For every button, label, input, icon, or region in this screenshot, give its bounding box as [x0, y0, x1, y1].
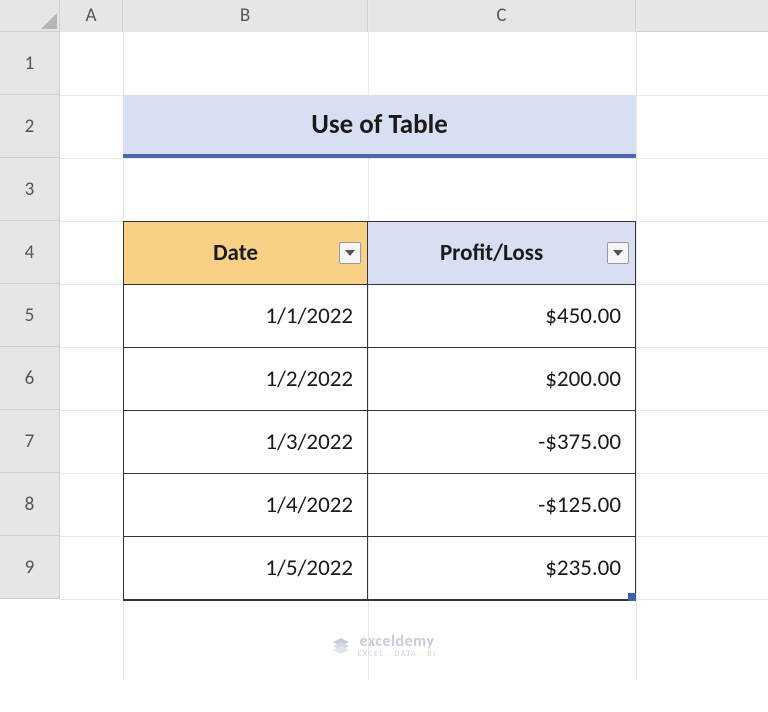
table-resize-handle[interactable]: [628, 593, 636, 601]
table-row: 1/4/2022 -$125.00: [124, 474, 635, 537]
gridline: [60, 158, 768, 159]
watermark: exceldemy EXCEL · DATA · BI: [0, 632, 768, 659]
row-header-2[interactable]: 2: [0, 95, 60, 158]
cell-profit-loss[interactable]: -$125.00: [368, 474, 635, 537]
row-header-column: 1 2 3 4 5 6 7 8 9: [0, 32, 60, 599]
row-header-8[interactable]: 8: [0, 473, 60, 536]
logo-icon: [331, 636, 351, 656]
title-banner-wrapper: Use of Table: [123, 32, 636, 158]
chevron-down-icon: [613, 250, 623, 256]
cell-date[interactable]: 1/3/2022: [124, 411, 368, 474]
column-header-B[interactable]: B: [123, 0, 368, 32]
row-header-3[interactable]: 3: [0, 158, 60, 221]
filter-button-date[interactable]: [339, 242, 361, 264]
table-header-profit-loss[interactable]: Profit/Loss: [368, 222, 635, 285]
table-header-profit-loss-label: Profit/Loss: [440, 239, 543, 267]
select-all-corner[interactable]: [0, 0, 60, 32]
page-title: Use of Table: [123, 95, 636, 158]
cell-date[interactable]: 1/4/2022: [124, 474, 368, 537]
cell-profit-loss[interactable]: -$375.00: [368, 411, 635, 474]
cell-date[interactable]: 1/1/2022: [124, 285, 368, 348]
cell-date[interactable]: 1/2/2022: [124, 348, 368, 411]
row-header-5[interactable]: 5: [0, 284, 60, 347]
row-header-6[interactable]: 6: [0, 347, 60, 410]
row-header-4[interactable]: 4: [0, 221, 60, 284]
column-header-A[interactable]: A: [60, 0, 123, 32]
table-header-row: Date Profit/Loss: [124, 222, 635, 285]
table-row: 1/2/2022 $200.00: [124, 348, 635, 411]
table-row: 1/1/2022 $450.00: [124, 285, 635, 348]
cell-date[interactable]: 1/5/2022: [124, 537, 368, 600]
column-header-row: A B C: [0, 0, 768, 32]
cell-profit-loss[interactable]: $200.00: [368, 348, 635, 411]
row-header-9[interactable]: 9: [0, 536, 60, 599]
cell-profit-loss[interactable]: $450.00: [368, 285, 635, 348]
data-table: Date Profit/Loss 1/1/2022 $450.00 1/2/20…: [123, 221, 636, 601]
filter-button-profit-loss[interactable]: [607, 242, 629, 264]
cell-profit-loss[interactable]: $235.00: [368, 537, 635, 600]
gridline: [636, 0, 637, 680]
chevron-down-icon: [345, 250, 355, 256]
row-header-1[interactable]: 1: [0, 32, 60, 95]
column-header-C[interactable]: C: [368, 0, 636, 32]
table-row: 1/5/2022 $235.00: [124, 537, 635, 600]
table-header-date[interactable]: Date: [124, 222, 368, 285]
table-header-date-label: Date: [213, 239, 258, 267]
row-header-7[interactable]: 7: [0, 410, 60, 473]
watermark-tagline: EXCEL · DATA · BI: [357, 649, 436, 659]
table-row: 1/3/2022 -$375.00: [124, 411, 635, 474]
